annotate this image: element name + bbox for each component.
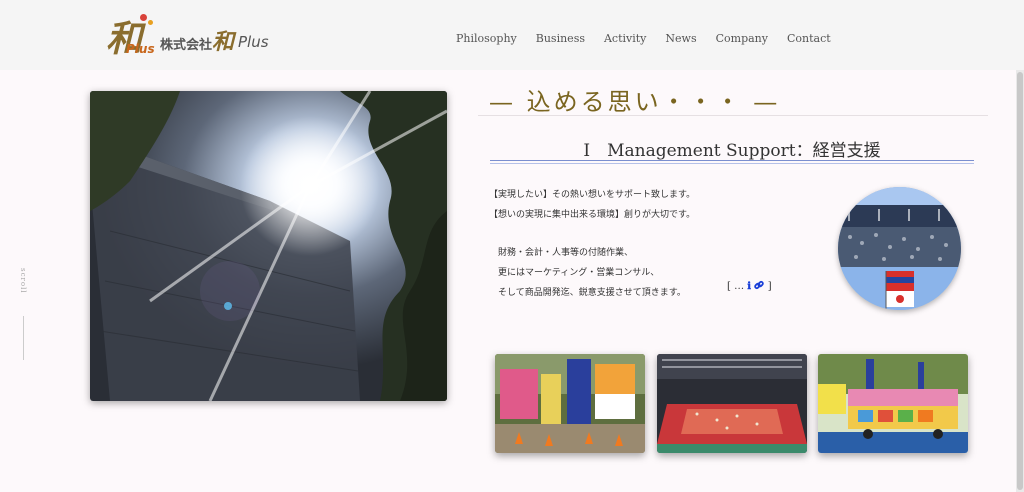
- sub-heading-rule-bottom: [490, 163, 974, 164]
- services-line: 更にはマーケティング・営業コンサル、: [498, 268, 660, 278]
- stadium-illustration: [838, 187, 961, 310]
- services-line: 財務・会計・人事等の付随作業、: [498, 248, 634, 258]
- more-close-bracket: ]: [767, 281, 772, 292]
- logo-dot-red: [140, 14, 147, 21]
- site-header: 和 Plus 株式会社 和 Plus Philosophy Business A…: [0, 0, 1024, 70]
- section-title: — 込める思い・・・ —: [489, 88, 781, 116]
- title-divider: [478, 115, 988, 116]
- logo-mark: 和 Plus: [104, 10, 156, 60]
- nav-philosophy[interactable]: Philosophy: [456, 32, 517, 45]
- stadium-round-photo: [838, 187, 961, 310]
- more-links: [ … ℹ ]: [727, 280, 772, 292]
- site-logo[interactable]: 和 Plus 株式会社 和 Plus: [104, 10, 279, 60]
- scroll-indicator-text: scroll: [19, 268, 27, 294]
- nav-news[interactable]: News: [665, 32, 696, 45]
- logo-brand-kanji: 和: [212, 29, 235, 55]
- nav-business[interactable]: Business: [536, 32, 585, 45]
- nav-contact[interactable]: Contact: [787, 32, 831, 45]
- event-arena-illustration: [657, 354, 807, 453]
- link-icon[interactable]: [754, 280, 767, 292]
- event-booth-illustration: [495, 354, 645, 453]
- event-truck-illustration: [818, 354, 968, 453]
- services-paragraph: 財務・会計・人事等の付随作業、 更にはマーケティング・営業コンサル、 そして商品…: [498, 243, 686, 303]
- intro-line: 【実現したい】その熱い想いをサポート致します。: [489, 190, 696, 200]
- logo-brand-plus: Plus: [238, 33, 269, 51]
- nav-activity[interactable]: Activity: [604, 32, 646, 45]
- logo-plus: Plus: [126, 42, 155, 56]
- logo-dot-orange: [148, 20, 153, 25]
- event-photo-truck: [818, 354, 968, 453]
- hero-photo: [90, 91, 447, 401]
- hero-photo-illustration: [90, 91, 447, 401]
- info-icon[interactable]: ℹ: [747, 281, 751, 292]
- event-photo-booth: [495, 354, 645, 453]
- sub-heading: Ⅰ Management Support：経営支援: [583, 141, 881, 161]
- sub-heading-rule-top: [490, 160, 974, 161]
- intro-paragraph: 【実現したい】その熱い想いをサポート致します。 【想いの実現に集中出来る環境】創…: [489, 185, 695, 225]
- main-nav: Philosophy Business Activity News Compan…: [456, 32, 850, 45]
- link-chain-glyph: [754, 280, 765, 290]
- event-photo-arena: [657, 354, 807, 453]
- nav-company[interactable]: Company: [716, 32, 768, 45]
- scroll-indicator-line: [23, 316, 24, 360]
- intro-line: 【想いの実現に集中出来る環境】創りが大切です。: [489, 210, 696, 220]
- more-open-bracket: [ …: [727, 281, 745, 292]
- services-line: そして商品開発迄、鋭意支援させて頂きます。: [498, 288, 686, 298]
- logo-company-name: 株式会社: [160, 38, 213, 53]
- scrollbar-thumb[interactable]: [1017, 72, 1023, 490]
